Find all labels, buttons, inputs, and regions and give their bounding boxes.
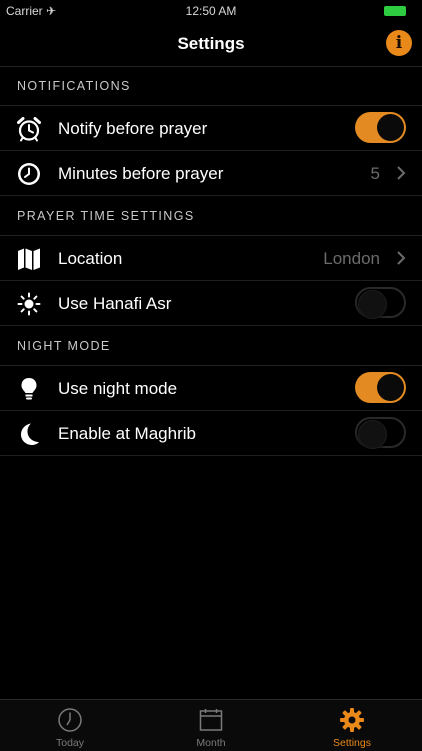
notify-before-prayer-toggle[interactable] bbox=[355, 112, 406, 143]
page-title: Settings bbox=[177, 34, 245, 53]
row-notify-before-prayer: Notify before prayer bbox=[0, 106, 422, 151]
row-label: Use night mode bbox=[58, 379, 178, 398]
info-button[interactable]: i bbox=[386, 30, 412, 56]
section-header-night-mode: NIGHT MODE bbox=[0, 326, 422, 366]
calendar-icon bbox=[199, 709, 223, 731]
toggle-knob bbox=[358, 420, 387, 449]
tab-settings[interactable]: Settings bbox=[282, 700, 422, 751]
tab-label: Today bbox=[55, 737, 85, 749]
clock-icon bbox=[58, 708, 82, 732]
status-time: 12:50 AM bbox=[185, 4, 237, 18]
tab-month[interactable]: Month bbox=[141, 700, 281, 751]
moon-icon bbox=[21, 423, 39, 445]
row-minutes-before-prayer[interactable]: Minutes before prayer 5 bbox=[0, 151, 422, 196]
toggle-knob bbox=[377, 374, 404, 401]
nav-bar: Settings i bbox=[0, 22, 422, 67]
row-label: Location bbox=[58, 249, 123, 268]
enable-at-maghrib-toggle[interactable] bbox=[355, 417, 406, 449]
use-night-mode-toggle[interactable] bbox=[355, 372, 406, 403]
map-icon bbox=[18, 248, 40, 270]
use-hanafi-asr-toggle[interactable] bbox=[355, 287, 406, 319]
row-value: 5 bbox=[370, 164, 380, 183]
alarm-clock-icon bbox=[17, 117, 41, 142]
row-use-hanafi-asr: Use Hanafi Asr bbox=[0, 281, 422, 326]
gear-icon bbox=[340, 708, 364, 732]
section-header-prayer-time-settings: PRAYER TIME SETTINGS bbox=[0, 196, 422, 236]
row-label: Notify before prayer bbox=[58, 119, 208, 138]
row-location[interactable]: Location London bbox=[0, 236, 422, 281]
toggle-knob bbox=[377, 114, 404, 141]
status-bar: Carrier ✈ 12:50 AM bbox=[0, 0, 422, 22]
row-label: Use Hanafi Asr bbox=[58, 294, 172, 313]
toggle-knob bbox=[358, 290, 387, 319]
row-label: Minutes before prayer bbox=[58, 164, 224, 183]
chevron-right-icon bbox=[397, 166, 406, 180]
stopwatch-icon bbox=[18, 163, 40, 185]
tab-label: Month bbox=[196, 737, 226, 749]
row-label: Enable at Maghrib bbox=[58, 424, 196, 443]
lightbulb-icon bbox=[21, 378, 37, 400]
row-enable-at-maghrib: Enable at Maghrib bbox=[0, 411, 422, 456]
tab-today[interactable]: Today bbox=[0, 700, 140, 751]
chevron-right-icon bbox=[397, 251, 406, 265]
settings-list: NOTIFICATIONS Notify before prayer Minut… bbox=[0, 66, 422, 456]
tab-label: Settings bbox=[333, 737, 371, 749]
battery-icon bbox=[384, 6, 406, 16]
row-use-night-mode: Use night mode bbox=[0, 366, 422, 411]
sun-icon bbox=[17, 292, 41, 316]
section-header-notifications: NOTIFICATIONS bbox=[0, 66, 422, 106]
tab-bar: Today Month Settings bbox=[0, 699, 422, 751]
row-value: London bbox=[323, 249, 380, 268]
